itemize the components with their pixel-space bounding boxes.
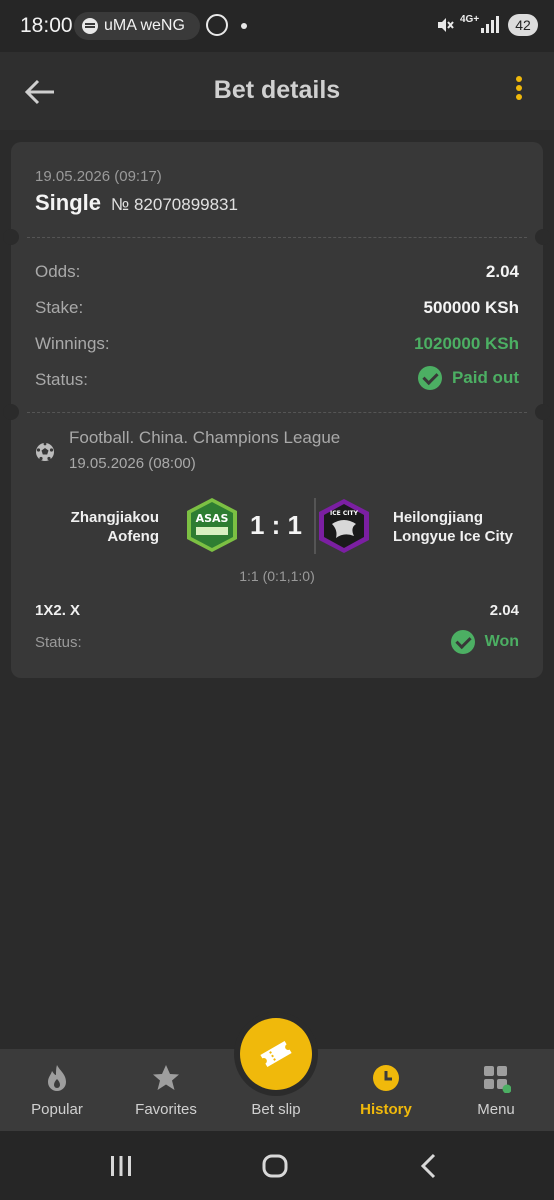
flame-icon xyxy=(48,1065,66,1091)
battery-level: 42 xyxy=(508,14,538,36)
winnings-label: Winnings: xyxy=(35,334,110,353)
market-odds: 2.04 xyxy=(489,602,519,619)
divider xyxy=(27,237,527,238)
event-status-label: Status: xyxy=(35,634,82,651)
vibrate-mute-icon xyxy=(438,18,454,32)
nav-favorites[interactable]: Favorites xyxy=(111,1049,221,1131)
home-icon[interactable] xyxy=(260,1151,290,1181)
status-label: Status: xyxy=(35,370,88,389)
clock-time: 18:00 xyxy=(20,14,73,37)
status-value: Paid out xyxy=(451,368,519,387)
odds-label: Odds: xyxy=(35,262,81,281)
media-title: uMA weNG xyxy=(104,17,185,34)
spotify-icon xyxy=(82,18,98,34)
match-score: 1 : 1 xyxy=(249,510,303,540)
grid-menu-icon xyxy=(484,1066,511,1093)
network-type: 4G+ xyxy=(460,14,480,25)
bet-card: 19.05.2026 (09:17) Single № 82070899831 … xyxy=(3,142,551,678)
odds-value: 2.04 xyxy=(485,262,519,281)
event-status-value: Won xyxy=(484,633,519,650)
page-title: Bet details xyxy=(213,76,341,104)
football-icon xyxy=(36,442,54,461)
nav-menu[interactable]: Menu xyxy=(441,1049,551,1131)
system-nav-bar xyxy=(0,1131,554,1200)
home-logo-text: ASAS xyxy=(196,512,229,525)
back-icon[interactable] xyxy=(414,1151,444,1181)
recent-apps-icon[interactable] xyxy=(106,1151,136,1181)
check-circle-icon xyxy=(417,366,442,390)
nav-popular[interactable]: Popular xyxy=(2,1049,112,1131)
winnings-value: 1020000 KSh xyxy=(414,334,519,353)
bet-type: Single xyxy=(35,190,102,215)
home-team-logo: ASAS xyxy=(187,498,237,552)
bet-number: № 82070899831 xyxy=(111,195,238,214)
card-notch xyxy=(535,229,551,245)
status-bar: 18:00 uMA weNG 4G+ 42 xyxy=(0,0,554,52)
nav-label: History xyxy=(360,1101,412,1118)
stake-label: Stake: xyxy=(35,298,84,317)
league-name: Football. China. Champions League xyxy=(69,428,341,447)
event-status-badge: Won xyxy=(450,630,519,659)
nav-history[interactable]: History xyxy=(331,1049,441,1131)
nav-label: Favorites xyxy=(135,1101,197,1118)
away-team-logo: ICE CITY xyxy=(319,499,369,553)
nav-label: Bet slip xyxy=(251,1101,301,1118)
stake-value: 500000 KSh xyxy=(423,298,519,317)
halves-score: 1:1 (0:1,1:0) xyxy=(239,568,315,584)
star-icon xyxy=(153,1065,179,1090)
away-team-name: Heilongjiang Longyue Ice City xyxy=(393,509,514,545)
market-name: 1X2. X xyxy=(35,602,81,619)
whatsapp-icon xyxy=(206,14,228,36)
signal-icon xyxy=(481,16,499,33)
notification-dot-icon xyxy=(241,23,247,29)
check-circle-icon xyxy=(450,630,475,654)
nav-label: Menu xyxy=(477,1101,515,1118)
card-notch xyxy=(535,404,551,420)
bet-date: 19.05.2026 (09:17) xyxy=(35,168,162,185)
app-header: Bet details xyxy=(0,52,554,130)
more-vertical-icon[interactable] xyxy=(509,76,529,106)
home-team-name: Zhangjiakou Aofeng xyxy=(70,509,159,545)
media-pill[interactable]: uMA weNG xyxy=(74,12,200,40)
card-notch xyxy=(3,229,19,245)
card-notch xyxy=(3,404,19,420)
ticket-icon xyxy=(260,1040,292,1068)
clock-icon xyxy=(373,1065,399,1091)
away-logo-text: ICE CITY xyxy=(330,510,359,517)
divider xyxy=(27,412,527,413)
event-date: 19.05.2026 (08:00) xyxy=(69,455,196,472)
nav-label: Popular xyxy=(31,1101,83,1118)
bet-slip-fab[interactable] xyxy=(240,1018,312,1090)
status-badge: Paid out xyxy=(417,366,519,395)
